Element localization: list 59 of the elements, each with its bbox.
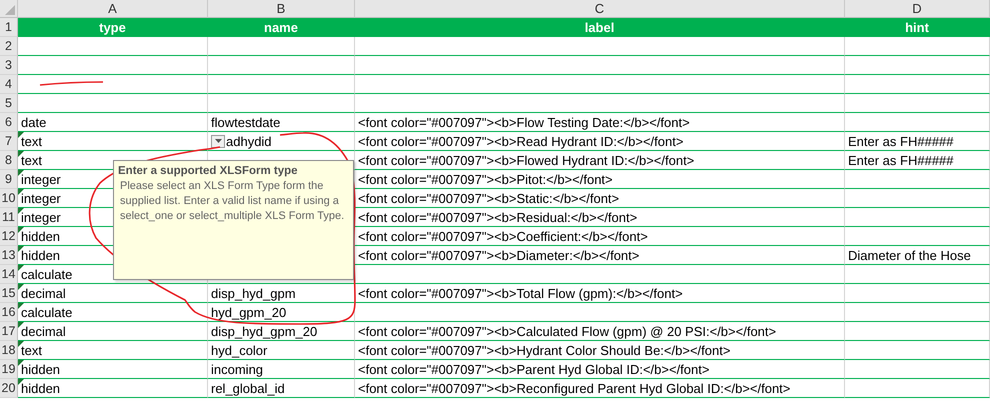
row-number[interactable]: 3 — [0, 56, 18, 75]
table-cell: <font color="#007097"><b>Coefficient:</b></font> — [355, 227, 845, 246]
table-cell: hidden — [18, 360, 208, 379]
row-number[interactable]: 16 — [0, 303, 18, 322]
row-number[interactable]: 20 — [0, 379, 18, 398]
row-number[interactable]: 5 — [0, 94, 18, 113]
table-cell: <font color="#007097"><b>Flowed Hydrant ID:</b></font> — [355, 151, 845, 170]
row-number[interactable]: 6 — [0, 113, 18, 132]
row-number[interactable]: 19 — [0, 360, 18, 379]
table-cell: hyd_color — [208, 341, 355, 360]
table-cell: text — [18, 132, 208, 151]
row-number[interactable]: 11 — [0, 208, 18, 227]
table-cell: flowtestdate — [208, 113, 355, 132]
table-cell: calculate — [18, 303, 208, 322]
table-cell: <font color="#007097"><b>Parent Hyd Global ID:</b></font> — [355, 360, 845, 379]
row-number[interactable]: 2 — [0, 37, 18, 56]
row-number[interactable]: 8 — [0, 151, 18, 170]
table-cell: disp_hyd_gpm — [208, 284, 355, 303]
row-number[interactable]: 18 — [0, 341, 18, 360]
header-cell: name — [208, 18, 355, 37]
table-cell: decimal — [18, 322, 208, 341]
row-number[interactable]: 12 — [0, 227, 18, 246]
table-cell: Enter as FH##### — [845, 132, 990, 151]
table-cell: rel_global_id — [208, 379, 355, 398]
header-cell: type — [18, 18, 208, 37]
table-cell: <font color="#007097"><b>Hydrant Color Should Be:</b></font> — [355, 341, 845, 360]
row-number[interactable]: 1 — [0, 18, 18, 37]
header-cell: hint — [845, 18, 990, 37]
table-cell: hidden — [18, 379, 208, 398]
row-number[interactable]: 13 — [0, 246, 18, 265]
table-cell: <font color="#007097"><b>Calculated Flow (gpm) @ 20 PSI:</b></font> — [355, 322, 845, 341]
table-cell: adhydid — [208, 132, 355, 151]
table-cell: Diameter of the Hose — [845, 246, 990, 265]
row-number[interactable]: 7 — [0, 132, 18, 151]
row-number[interactable]: 9 — [0, 170, 18, 189]
table-cell: <font color="#007097"><b>Total Flow (gpm):</b></font> — [355, 284, 845, 303]
table-cell: date — [18, 113, 208, 132]
table-cell: hyd_gpm_20 — [208, 303, 355, 322]
row-number[interactable]: 17 — [0, 322, 18, 341]
table-cell: <font color="#007097"><b>Residual:</b></font> — [355, 208, 845, 227]
table-cell: <font color="#007097"><b>Flow Testing Date:</b></font> — [355, 113, 845, 132]
table-cell: <font color="#007097"><b>Reconfigured Parent Hyd Global ID:</b></font> — [355, 379, 845, 398]
table-cell: Enter as FH##### — [845, 151, 990, 170]
dropdown-button[interactable] — [211, 134, 225, 148]
row-number[interactable]: 4 — [0, 75, 18, 94]
table-cell: <font color="#007097"><b>Pitot:</b></font> — [355, 170, 845, 189]
caret-icon — [214, 139, 222, 143]
table-cell: incoming — [208, 360, 355, 379]
table-cell: <font color="#007097"><b>Diameter:</b></font> — [355, 246, 845, 265]
annotation-line — [40, 81, 103, 86]
table-cell: text — [18, 341, 208, 360]
header-cell: label — [355, 18, 845, 37]
table-cell: <font color="#007097"><b>Read Hydrant ID:</b></font> — [355, 132, 845, 151]
table-cell: disp_hyd_gpm_20 — [208, 322, 355, 341]
table-cell: <font color="#007097"><b>Static:</b></font> — [355, 189, 845, 208]
table-cell: decimal — [18, 284, 208, 303]
row-number[interactable]: 14 — [0, 265, 18, 284]
row-number[interactable]: 10 — [0, 189, 18, 208]
row-number[interactable]: 15 — [0, 284, 18, 303]
